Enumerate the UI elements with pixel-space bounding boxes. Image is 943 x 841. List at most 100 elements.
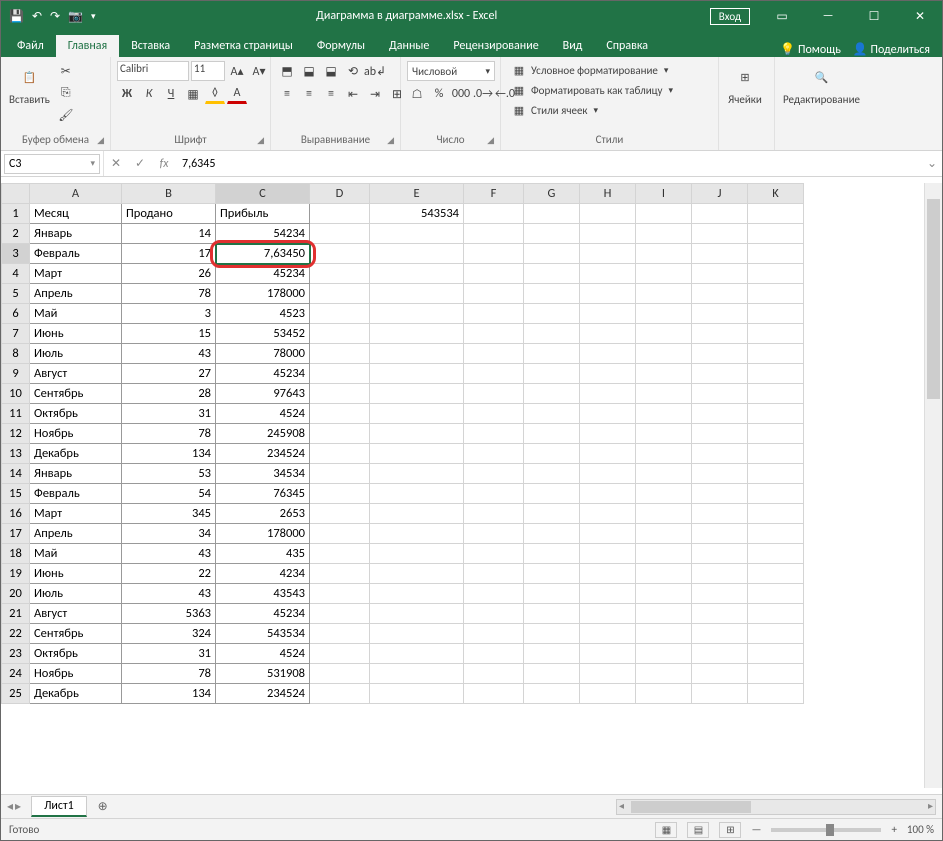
font-name-select[interactable]: Calibri	[117, 61, 189, 81]
cell-B16[interactable]: 345	[122, 504, 216, 524]
cell-D23[interactable]	[310, 644, 370, 664]
copy-icon[interactable]: ⎘	[56, 83, 76, 103]
currency-icon[interactable]: ☖	[407, 84, 427, 104]
row-header[interactable]: 23	[2, 644, 30, 664]
cell-D20[interactable]	[310, 584, 370, 604]
cell-G9[interactable]	[524, 364, 580, 384]
cell-styles-button[interactable]: ▦Стили ячеек▾	[507, 101, 602, 119]
cell-J25[interactable]	[692, 684, 748, 704]
cell-H1[interactable]	[580, 204, 636, 224]
cell-D21[interactable]	[310, 604, 370, 624]
col-header-H[interactable]: H	[580, 184, 636, 204]
cell-B19[interactable]: 22	[122, 564, 216, 584]
cell-E15[interactable]	[370, 484, 464, 504]
cell-J8[interactable]	[692, 344, 748, 364]
cell-A8[interactable]: Июль	[30, 344, 122, 364]
cell-F20[interactable]	[464, 584, 524, 604]
cell-D24[interactable]	[310, 664, 370, 684]
cell-C9[interactable]: 45234	[216, 364, 310, 384]
normal-view-button[interactable]: ▦	[655, 822, 677, 838]
font-color-icon[interactable]: A	[227, 84, 247, 104]
cell-I18[interactable]	[636, 544, 692, 564]
cell-H21[interactable]	[580, 604, 636, 624]
cell-K21[interactable]	[748, 604, 804, 624]
row-header[interactable]: 14	[2, 464, 30, 484]
cell-A7[interactable]: Июнь	[30, 324, 122, 344]
tab-файл[interactable]: Файл	[5, 35, 56, 57]
add-sheet-button[interactable]: ⊕	[93, 799, 113, 814]
cell-I20[interactable]	[636, 584, 692, 604]
tab-справка[interactable]: Справка	[594, 35, 660, 57]
cell-I24[interactable]	[636, 664, 692, 684]
cell-D14[interactable]	[310, 464, 370, 484]
row-header[interactable]: 5	[2, 284, 30, 304]
cell-F5[interactable]	[464, 284, 524, 304]
cell-C24[interactable]: 531908	[216, 664, 310, 684]
row-header[interactable]: 15	[2, 484, 30, 504]
cell-D6[interactable]	[310, 304, 370, 324]
cell-E24[interactable]	[370, 664, 464, 684]
cell-A10[interactable]: Сентябрь	[30, 384, 122, 404]
cell-C20[interactable]: 43543	[216, 584, 310, 604]
cell-J7[interactable]	[692, 324, 748, 344]
cell-G16[interactable]	[524, 504, 580, 524]
fill-color-icon[interactable]: ◊	[205, 84, 225, 104]
cell-G18[interactable]	[524, 544, 580, 564]
sheet-nav-prev-icon[interactable]: ◂	[7, 799, 13, 814]
minimize-button[interactable]: —	[806, 1, 850, 31]
cell-H7[interactable]	[580, 324, 636, 344]
cell-E7[interactable]	[370, 324, 464, 344]
cell-J23[interactable]	[692, 644, 748, 664]
cell-I15[interactable]	[636, 484, 692, 504]
cell-H25[interactable]	[580, 684, 636, 704]
cell-K17[interactable]	[748, 524, 804, 544]
cell-B18[interactable]: 43	[122, 544, 216, 564]
cell-E13[interactable]	[370, 444, 464, 464]
cell-B8[interactable]: 43	[122, 344, 216, 364]
sheet-tab[interactable]: Лист1	[31, 796, 87, 817]
close-button[interactable]: ✕	[898, 1, 942, 31]
cell-E2[interactable]	[370, 224, 464, 244]
row-header[interactable]: 13	[2, 444, 30, 464]
increase-font-icon[interactable]: A▴	[227, 61, 247, 81]
cell-H6[interactable]	[580, 304, 636, 324]
cell-K6[interactable]	[748, 304, 804, 324]
cell-H14[interactable]	[580, 464, 636, 484]
cell-J21[interactable]	[692, 604, 748, 624]
wrap-text-icon[interactable]: ab↲	[365, 61, 385, 81]
cell-F10[interactable]	[464, 384, 524, 404]
row-header[interactable]: 2	[2, 224, 30, 244]
col-header-K[interactable]: K	[748, 184, 804, 204]
cell-B6[interactable]: 3	[122, 304, 216, 324]
cell-G23[interactable]	[524, 644, 580, 664]
cell-A11[interactable]: Октябрь	[30, 404, 122, 424]
tab-разметка страницы[interactable]: Разметка страницы	[182, 35, 305, 57]
cell-J5[interactable]	[692, 284, 748, 304]
cell-A25[interactable]: Декабрь	[30, 684, 122, 704]
cell-G24[interactable]	[524, 664, 580, 684]
zoom-slider[interactable]	[771, 828, 881, 832]
cell-A22[interactable]: Сентябрь	[30, 624, 122, 644]
format-as-table-button[interactable]: ▦Форматировать как таблицу▾	[507, 81, 677, 99]
cell-D15[interactable]	[310, 484, 370, 504]
cell-C22[interactable]: 543534	[216, 624, 310, 644]
cell-G11[interactable]	[524, 404, 580, 424]
row-header[interactable]: 19	[2, 564, 30, 584]
cell-C25[interactable]: 234524	[216, 684, 310, 704]
col-header-A[interactable]: A	[30, 184, 122, 204]
cell-A13[interactable]: Декабрь	[30, 444, 122, 464]
cell-C11[interactable]: 4524	[216, 404, 310, 424]
cell-K16[interactable]	[748, 504, 804, 524]
zoom-out-button[interactable]: —	[751, 823, 761, 836]
decrease-font-icon[interactable]: A▾	[249, 61, 269, 81]
cell-D3[interactable]	[310, 244, 370, 264]
cell-E17[interactable]	[370, 524, 464, 544]
cell-I11[interactable]	[636, 404, 692, 424]
cell-J10[interactable]	[692, 384, 748, 404]
cell-F25[interactable]	[464, 684, 524, 704]
col-header-J[interactable]: J	[692, 184, 748, 204]
maximize-button[interactable]: ☐	[852, 1, 896, 31]
cell-I3[interactable]	[636, 244, 692, 264]
cell-J18[interactable]	[692, 544, 748, 564]
cell-I16[interactable]	[636, 504, 692, 524]
